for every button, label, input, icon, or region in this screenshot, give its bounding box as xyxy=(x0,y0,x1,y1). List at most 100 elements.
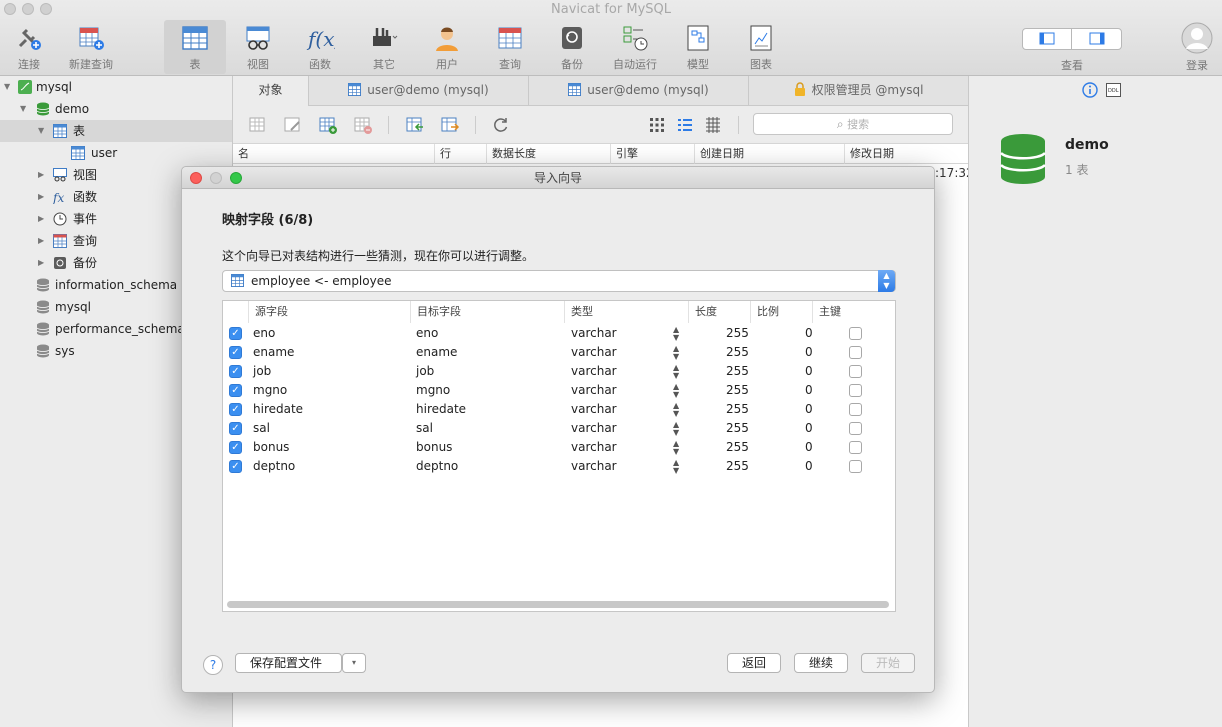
type-stepper-icon[interactable]: ▲ ▼ xyxy=(673,381,679,399)
field-type[interactable]: varchar xyxy=(571,324,617,343)
open-table-icon[interactable] xyxy=(248,115,268,135)
export-wizard-icon[interactable] xyxy=(440,115,460,135)
field-type[interactable]: varchar xyxy=(571,457,617,476)
tab-user-demo-1[interactable]: user@demo (mysql) xyxy=(309,76,529,106)
field-length[interactable]: 255 xyxy=(726,419,749,438)
type-stepper-icon[interactable]: ▲ ▼ xyxy=(673,419,679,437)
refresh-icon[interactable] xyxy=(491,115,511,135)
design-table-icon[interactable] xyxy=(283,115,303,135)
column-header[interactable]: 行 xyxy=(435,144,487,164)
field-scale[interactable]: 0 xyxy=(805,400,813,419)
function-button[interactable]: f(x) 函数 xyxy=(291,20,349,74)
include-field-checkbox[interactable]: ✓ xyxy=(229,327,242,340)
model-button[interactable]: 模型 xyxy=(669,20,727,74)
target-field[interactable]: sal xyxy=(416,419,433,438)
field-scale[interactable]: 0 xyxy=(805,419,813,438)
collapse-triangle-icon[interactable]: ▶ xyxy=(38,164,44,186)
new-query-button[interactable]: 新建查询 xyxy=(62,20,120,74)
primary-key-checkbox[interactable] xyxy=(849,422,862,435)
primary-key-checkbox[interactable] xyxy=(849,403,862,416)
include-field-checkbox[interactable]: ✓ xyxy=(229,441,242,454)
field-length[interactable]: 255 xyxy=(726,400,749,419)
search-input[interactable]: ⌕ 搜索 xyxy=(753,113,953,135)
view-button[interactable]: 视图 xyxy=(229,20,287,74)
type-stepper-icon[interactable]: ▲ ▼ xyxy=(673,343,679,361)
type-stepper-icon[interactable]: ▲ ▼ xyxy=(673,324,679,342)
column-header[interactable]: 修改日期 xyxy=(845,144,968,164)
field-type[interactable]: varchar xyxy=(571,343,617,362)
automation-button[interactable]: 自动运行 xyxy=(606,20,664,74)
save-config-button[interactable]: 保存配置文件 xyxy=(235,653,342,673)
collapse-triangle-icon[interactable]: ▶ xyxy=(38,230,44,252)
column-header[interactable]: 长度 xyxy=(689,301,751,323)
tree-item-user-table[interactable]: user xyxy=(0,142,232,164)
type-stepper-icon[interactable]: ▲ ▼ xyxy=(673,438,679,456)
field-type[interactable]: varchar xyxy=(571,381,617,400)
column-header[interactable]: 数据长度 xyxy=(487,144,611,164)
view-toggle[interactable] xyxy=(1022,28,1122,50)
tab-user-demo-2[interactable]: user@demo (mysql) xyxy=(529,76,749,106)
list-view-icon[interactable] xyxy=(675,115,695,135)
column-header[interactable]: 源字段 xyxy=(249,301,411,323)
column-header[interactable]: 类型 xyxy=(565,301,689,323)
login-button[interactable]: 登录 xyxy=(1180,22,1214,74)
tab-privilege-manager[interactable]: 权限管理员 @mysql xyxy=(749,76,968,106)
expand-triangle-icon[interactable]: ▼ xyxy=(38,120,44,142)
field-type[interactable]: varchar xyxy=(571,400,617,419)
target-field[interactable]: bonus xyxy=(416,438,452,457)
primary-key-checkbox[interactable] xyxy=(849,460,862,473)
horizontal-scrollbar[interactable] xyxy=(227,601,889,608)
expand-triangle-icon[interactable]: ▼ xyxy=(4,76,10,98)
dialog-close-button[interactable] xyxy=(190,172,202,184)
table-mapping-select[interactable]: employee <- employee ▲ ▼ xyxy=(222,270,896,292)
chart-button[interactable]: 图表 xyxy=(732,20,790,74)
collapse-triangle-icon[interactable]: ▶ xyxy=(38,186,44,208)
column-header[interactable]: 名 xyxy=(233,144,435,164)
field-scale[interactable]: 0 xyxy=(805,438,813,457)
tab-objects[interactable]: 对象 xyxy=(233,76,309,106)
new-table-icon[interactable] xyxy=(318,115,338,135)
column-header[interactable]: 引擎 xyxy=(611,144,695,164)
target-field[interactable]: job xyxy=(416,362,434,381)
primary-key-checkbox[interactable] xyxy=(849,346,862,359)
include-field-checkbox[interactable]: ✓ xyxy=(229,460,242,473)
type-stepper-icon[interactable]: ▲ ▼ xyxy=(673,362,679,380)
field-length[interactable]: 255 xyxy=(726,343,749,362)
field-scale[interactable]: 0 xyxy=(805,362,813,381)
expand-triangle-icon[interactable]: ▼ xyxy=(20,98,26,120)
field-length[interactable]: 255 xyxy=(726,381,749,400)
field-scale[interactable]: 0 xyxy=(805,343,813,362)
field-type[interactable]: varchar xyxy=(571,362,617,381)
backup-button[interactable]: 备份 xyxy=(543,20,601,74)
delete-table-icon[interactable] xyxy=(353,115,373,135)
query-button[interactable]: 查询 xyxy=(481,20,539,74)
primary-key-checkbox[interactable] xyxy=(849,441,862,454)
dialog-minimize-button[interactable] xyxy=(210,172,222,184)
dialog-zoom-button[interactable] xyxy=(230,172,242,184)
column-header[interactable]: 比例 xyxy=(751,301,813,323)
include-field-checkbox[interactable]: ✓ xyxy=(229,422,242,435)
field-scale[interactable]: 0 xyxy=(805,457,813,476)
column-header[interactable]: 主键 xyxy=(813,301,895,323)
target-field[interactable]: ename xyxy=(416,343,457,362)
continue-button[interactable]: 继续 xyxy=(794,653,848,673)
include-field-checkbox[interactable]: ✓ xyxy=(229,365,242,378)
primary-key-checkbox[interactable] xyxy=(849,365,862,378)
collapse-triangle-icon[interactable]: ▶ xyxy=(38,252,44,274)
detail-view-icon[interactable] xyxy=(703,115,723,135)
field-scale[interactable]: 0 xyxy=(805,381,813,400)
save-config-dropdown[interactable]: ▾ xyxy=(342,653,366,673)
column-header[interactable]: 创建日期 xyxy=(695,144,845,164)
info-icon[interactable] xyxy=(1082,82,1098,98)
field-length[interactable]: 255 xyxy=(726,438,749,457)
target-field[interactable]: deptno xyxy=(416,457,458,476)
user-button[interactable]: 用户 xyxy=(418,20,476,74)
field-length[interactable]: 255 xyxy=(726,362,749,381)
target-field[interactable]: eno xyxy=(416,324,438,343)
collapse-triangle-icon[interactable]: ▶ xyxy=(38,208,44,230)
primary-key-checkbox[interactable] xyxy=(849,327,862,340)
type-stepper-icon[interactable]: ▲ ▼ xyxy=(673,457,679,475)
start-button[interactable]: 开始 xyxy=(861,653,915,673)
grid-view-icon[interactable] xyxy=(647,115,667,135)
tree-item-mysql-connection[interactable]: ▼ mysql xyxy=(0,76,232,98)
